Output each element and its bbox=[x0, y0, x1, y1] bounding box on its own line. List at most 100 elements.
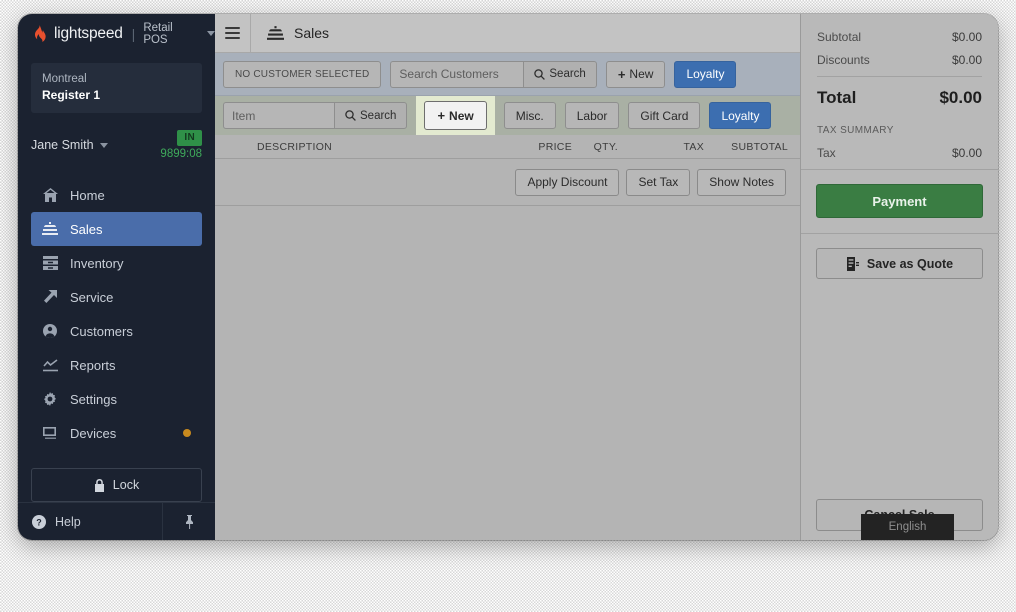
shift-clock: 9899:08 bbox=[160, 148, 202, 160]
save-as-quote-button[interactable]: Save as Quote bbox=[816, 248, 983, 279]
question-circle-icon: ? bbox=[32, 515, 46, 529]
pin-button[interactable] bbox=[162, 503, 215, 540]
brand-product-label: Retail POS bbox=[143, 22, 198, 46]
user-row: Jane Smith IN 9899:08 bbox=[31, 126, 202, 164]
column-header-price: PRICE bbox=[514, 141, 572, 153]
plus-icon: + bbox=[618, 68, 626, 81]
tax-row: Tax $0.00 bbox=[817, 146, 982, 160]
help-label: Help bbox=[55, 515, 81, 529]
cart-row-actions: Apply Discount Set Tax Show Notes bbox=[215, 159, 800, 206]
lock-button[interactable]: Lock bbox=[31, 468, 202, 502]
sidebar-item-sales[interactable]: Sales bbox=[31, 212, 202, 246]
search-icon bbox=[345, 110, 356, 121]
new-customer-button[interactable]: + New bbox=[606, 61, 666, 88]
new-item-button-label: New bbox=[449, 109, 474, 123]
item-loyalty-button[interactable]: Loyalty bbox=[709, 102, 771, 129]
home-icon bbox=[42, 188, 58, 202]
wrench-icon bbox=[42, 290, 58, 304]
status-badge: IN bbox=[177, 130, 202, 146]
page-title-cell: Sales bbox=[251, 14, 329, 52]
sidebar-item-label: Service bbox=[70, 290, 113, 305]
item-search-input[interactable] bbox=[223, 102, 334, 129]
item-search-button[interactable]: Search bbox=[334, 102, 407, 129]
plus-icon: + bbox=[437, 109, 445, 122]
monitor-icon bbox=[42, 427, 58, 440]
hamburger-menu-icon bbox=[225, 27, 240, 39]
help-button[interactable]: ? Help bbox=[18, 503, 162, 540]
show-notes-button[interactable]: Show Notes bbox=[697, 169, 786, 196]
gift-card-button[interactable]: Gift Card bbox=[628, 102, 700, 129]
new-item-highlight: + New bbox=[416, 96, 494, 135]
item-toolbar: Search + New Misc. Labor Gift Card Loyal… bbox=[215, 95, 800, 135]
sidebar: lightspeed | Retail POS Montreal Registe… bbox=[18, 14, 215, 540]
sidebar-item-devices[interactable]: Devices bbox=[31, 416, 202, 450]
order-summary-panel: Subtotal $0.00 Discounts $0.00 Total $0.… bbox=[800, 14, 998, 540]
subtotal-value: $0.00 bbox=[952, 30, 982, 44]
sidebar-item-label: Devices bbox=[70, 426, 116, 441]
cart-table-header: DESCRIPTION PRICE QTY. TAX SUBTOTAL bbox=[215, 135, 800, 159]
hamburger-menu-button[interactable] bbox=[215, 14, 251, 52]
column-header-description: DESCRIPTION bbox=[215, 141, 514, 153]
sidebar-item-label: Inventory bbox=[70, 256, 123, 271]
sidebar-item-home[interactable]: Home bbox=[31, 178, 202, 212]
brand-name: lightspeed bbox=[54, 25, 123, 43]
sidebar-item-inventory[interactable]: Inventory bbox=[31, 246, 202, 280]
sidebar-item-service[interactable]: Service bbox=[31, 280, 202, 314]
sidebar-nav: Home Sales Inventory Service bbox=[18, 178, 215, 450]
quote-wrap: Save as Quote bbox=[801, 234, 998, 279]
sidebar-item-customers[interactable]: Customers bbox=[31, 314, 202, 348]
customer-loyalty-button[interactable]: Loyalty bbox=[674, 61, 736, 88]
total-value: $0.00 bbox=[939, 88, 982, 108]
save-as-quote-label: Save as Quote bbox=[867, 257, 953, 271]
payment-wrap: Payment bbox=[801, 170, 998, 233]
totals-block: Subtotal $0.00 Discounts $0.00 Total $0.… bbox=[801, 14, 998, 169]
sidebar-item-label: Reports bbox=[70, 358, 116, 373]
column-header-subtotal: SUBTOTAL bbox=[704, 141, 788, 153]
pos-application-window: lightspeed | Retail POS Montreal Registe… bbox=[18, 14, 998, 540]
customer-search-input[interactable] bbox=[390, 61, 523, 88]
customer-toolbar: NO CUSTOMER SELECTED Search + New Loyalt… bbox=[215, 53, 800, 95]
customer-search-button-label: Search bbox=[549, 68, 585, 80]
item-search-group: Search bbox=[223, 102, 407, 129]
search-icon bbox=[534, 69, 545, 80]
item-search-button-label: Search bbox=[360, 110, 396, 122]
sidebar-item-settings[interactable]: Settings bbox=[31, 382, 202, 416]
sidebar-item-label: Sales bbox=[70, 222, 103, 237]
sidebar-item-label: Customers bbox=[70, 324, 133, 339]
discounts-row: Discounts $0.00 bbox=[817, 53, 982, 67]
sidebar-item-reports[interactable]: Reports bbox=[31, 348, 202, 382]
clock-stack: IN 9899:08 bbox=[160, 130, 202, 160]
brand-header[interactable]: lightspeed | Retail POS bbox=[18, 14, 215, 53]
discounts-value: $0.00 bbox=[952, 53, 982, 67]
pin-icon bbox=[184, 515, 195, 529]
register-selector[interactable]: Montreal Register 1 bbox=[31, 63, 202, 113]
quote-clipboard-icon bbox=[846, 257, 859, 271]
tax-value: $0.00 bbox=[952, 146, 982, 160]
register-location: Montreal bbox=[42, 72, 191, 87]
labor-button[interactable]: Labor bbox=[565, 102, 620, 129]
user-name[interactable]: Jane Smith bbox=[31, 138, 94, 152]
new-item-button[interactable]: + New bbox=[424, 101, 486, 130]
lightspeed-flame-icon bbox=[32, 25, 47, 42]
customer-search-button[interactable]: Search bbox=[523, 61, 596, 88]
payment-button[interactable]: Payment bbox=[816, 184, 983, 218]
language-tooltip[interactable]: English bbox=[861, 514, 954, 540]
gear-icon bbox=[42, 392, 58, 406]
devices-alert-badge bbox=[183, 429, 191, 437]
subtotal-row: Subtotal $0.00 bbox=[817, 30, 982, 44]
register-icon bbox=[267, 26, 284, 41]
subtotal-label: Subtotal bbox=[817, 30, 861, 44]
chevron-down-icon[interactable] bbox=[207, 31, 215, 36]
sidebar-item-label: Settings bbox=[70, 392, 117, 407]
sidebar-item-label: Home bbox=[70, 188, 105, 203]
misc-button[interactable]: Misc. bbox=[504, 102, 556, 129]
customer-search-group: Search bbox=[390, 61, 596, 88]
set-tax-button[interactable]: Set Tax bbox=[626, 169, 690, 196]
apply-discount-button[interactable]: Apply Discount bbox=[515, 169, 619, 196]
page-title: Sales bbox=[294, 25, 329, 41]
total-label: Total bbox=[817, 88, 856, 108]
lock-icon bbox=[94, 479, 105, 492]
no-customer-selected-badge[interactable]: NO CUSTOMER SELECTED bbox=[223, 61, 381, 88]
chevron-down-icon[interactable] bbox=[100, 143, 108, 148]
register-icon bbox=[42, 222, 58, 236]
